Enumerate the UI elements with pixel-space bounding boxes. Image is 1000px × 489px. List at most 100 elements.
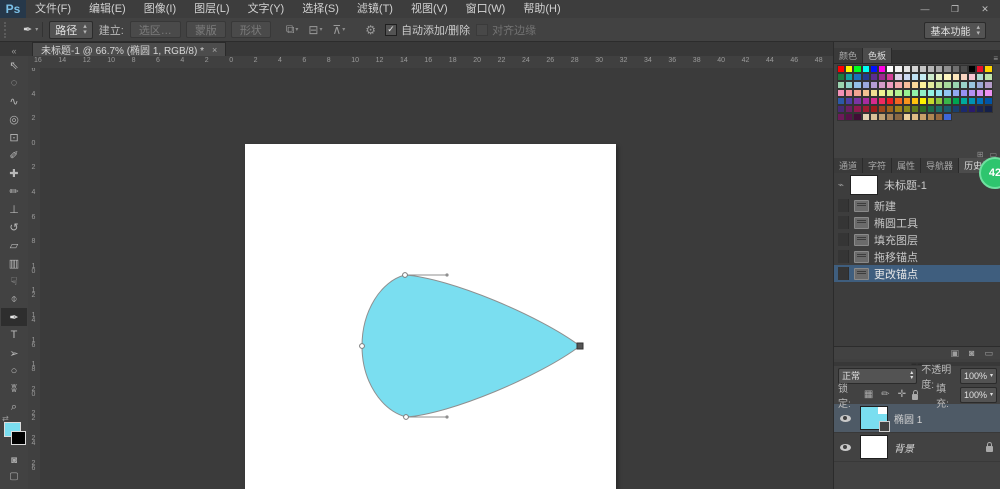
history-snapshot[interactable]: ⌁ 未标题-1 bbox=[834, 173, 1000, 197]
tab-色板[interactable]: 色板 bbox=[863, 48, 893, 63]
color-swatch[interactable] bbox=[943, 73, 952, 81]
color-swatch[interactable] bbox=[959, 73, 968, 81]
delete-state-icon[interactable]: ▭ bbox=[984, 348, 993, 359]
history-state[interactable]: 椭圆工具 bbox=[834, 214, 1000, 231]
menu-item[interactable]: 帮助(H) bbox=[514, 0, 569, 18]
color-swatch[interactable] bbox=[886, 113, 895, 121]
clone-stamp-tool[interactable]: ⊥ bbox=[1, 200, 27, 218]
color-swatch[interactable] bbox=[951, 97, 960, 105]
color-swatch[interactable] bbox=[935, 89, 944, 97]
color-swatch[interactable] bbox=[935, 97, 944, 105]
color-swatch[interactable] bbox=[877, 105, 887, 113]
history-source-checkbox[interactable] bbox=[838, 216, 849, 229]
menu-item[interactable]: 选择(S) bbox=[293, 0, 348, 18]
make-button[interactable]: 蒙版 bbox=[185, 21, 226, 38]
tab-close-icon[interactable]: × bbox=[212, 45, 217, 55]
tab-导航器[interactable]: 导航器 bbox=[921, 158, 960, 173]
menu-item[interactable]: 视图(V) bbox=[402, 0, 457, 18]
color-swatch[interactable] bbox=[910, 89, 919, 97]
color-swatch[interactable] bbox=[861, 73, 870, 81]
color-swatch[interactable] bbox=[918, 65, 928, 73]
color-swatch[interactable] bbox=[910, 105, 919, 113]
top-anchor[interactable] bbox=[402, 272, 408, 278]
color-swatch[interactable] bbox=[951, 81, 960, 89]
color-swatch[interactable] bbox=[976, 89, 985, 97]
color-swatch[interactable] bbox=[918, 73, 928, 81]
color-swatch[interactable] bbox=[918, 113, 928, 121]
history-brush-tool[interactable]: ↺ bbox=[1, 218, 27, 236]
color-swatch[interactable] bbox=[984, 73, 993, 81]
color-swatch[interactable] bbox=[886, 73, 895, 81]
color-swatch[interactable] bbox=[902, 89, 911, 97]
color-swatch[interactable] bbox=[927, 81, 936, 89]
opacity-select[interactable]: 100% ▾ bbox=[959, 367, 997, 384]
color-swatch[interactable] bbox=[959, 81, 968, 89]
color-swatch[interactable] bbox=[894, 81, 903, 89]
path-arrange-icon[interactable]: ⊼ ▾ bbox=[329, 22, 348, 37]
panel-menu-icon[interactable]: ≡ bbox=[993, 54, 1000, 63]
gear-icon[interactable]: ⚙ bbox=[362, 23, 379, 37]
color-swatch[interactable] bbox=[886, 65, 895, 73]
menu-item[interactable]: 图像(I) bbox=[135, 0, 185, 18]
history-state[interactable]: 拖移锚点 bbox=[834, 248, 1000, 265]
color-swatch[interactable] bbox=[927, 89, 936, 97]
tab-属性[interactable]: 属性 bbox=[892, 158, 922, 173]
crop-tool[interactable]: ⊡ bbox=[1, 128, 27, 146]
color-swatch[interactable] bbox=[910, 65, 919, 73]
screen-mode-icon[interactable]: ▢ bbox=[1, 468, 27, 484]
right-anchor-selected[interactable] bbox=[576, 342, 584, 350]
new-document-from-state-icon[interactable]: ▣ bbox=[951, 348, 960, 359]
color-swatch[interactable] bbox=[853, 97, 862, 105]
layer-row[interactable]: 背景 bbox=[834, 433, 1000, 462]
color-swatch[interactable] bbox=[894, 89, 903, 97]
color-swatch[interactable] bbox=[853, 113, 862, 121]
document-tab[interactable]: 未标题-1 @ 66.7% (椭圆 1, RGB/8) * × bbox=[32, 42, 227, 57]
move-tool[interactable]: ⇖ bbox=[1, 56, 27, 74]
color-swatch[interactable] bbox=[877, 113, 887, 121]
left-anchor[interactable] bbox=[359, 343, 365, 349]
color-swatch[interactable] bbox=[927, 113, 936, 121]
color-swatch[interactable] bbox=[837, 105, 846, 113]
color-swatch[interactable] bbox=[845, 81, 854, 89]
menu-item[interactable]: 文字(Y) bbox=[239, 0, 294, 18]
close-button[interactable]: ✕ bbox=[970, 1, 1000, 17]
layer-thumbnail[interactable] bbox=[860, 406, 890, 432]
menu-item[interactable]: 图层(L) bbox=[185, 0, 238, 18]
color-swatch[interactable] bbox=[853, 81, 862, 89]
color-swatch[interactable] bbox=[894, 105, 903, 113]
color-swatch[interactable] bbox=[877, 73, 887, 81]
color-swatch[interactable] bbox=[943, 89, 952, 97]
color-swatch[interactable] bbox=[959, 105, 968, 113]
color-swatch[interactable] bbox=[853, 65, 862, 73]
color-swatch[interactable] bbox=[837, 89, 846, 97]
color-swatch[interactable] bbox=[918, 81, 928, 89]
color-swatch[interactable] bbox=[959, 97, 968, 105]
color-swatch[interactable] bbox=[837, 81, 846, 89]
color-swatch[interactable] bbox=[853, 105, 862, 113]
color-swatch[interactable] bbox=[869, 81, 878, 89]
history-state[interactable]: 填充图层 bbox=[834, 231, 1000, 248]
menu-item[interactable]: 窗口(W) bbox=[457, 0, 515, 18]
color-swatch[interactable] bbox=[918, 105, 928, 113]
ellipse-shape-tool[interactable]: ○ bbox=[1, 362, 27, 380]
bottom-anchor[interactable] bbox=[403, 414, 409, 420]
color-swatch[interactable] bbox=[968, 73, 977, 81]
color-swatch[interactable] bbox=[968, 81, 977, 89]
bottom-handle-end[interactable] bbox=[445, 415, 449, 419]
color-swatch[interactable] bbox=[951, 105, 960, 113]
color-swatch[interactable] bbox=[959, 89, 968, 97]
history-source-checkbox[interactable] bbox=[838, 267, 849, 280]
tab-通道[interactable]: 通道 bbox=[834, 158, 864, 173]
color-swatch[interactable] bbox=[976, 65, 985, 73]
eyedropper-tool[interactable]: ✐ bbox=[1, 146, 27, 164]
color-swatch[interactable] bbox=[984, 65, 993, 73]
color-swatch[interactable] bbox=[845, 73, 854, 81]
align-edges-checkbox[interactable]: 对齐边缘 bbox=[476, 22, 536, 38]
color-swatch[interactable] bbox=[943, 65, 952, 73]
history-source-checkbox[interactable] bbox=[838, 250, 849, 263]
layer-thumbnail[interactable] bbox=[860, 435, 888, 459]
lock-pixels-icon[interactable]: ✏ bbox=[879, 389, 891, 400]
color-swatch[interactable] bbox=[861, 89, 870, 97]
color-swatch[interactable] bbox=[886, 105, 895, 113]
teardrop-shape[interactable] bbox=[245, 144, 616, 489]
